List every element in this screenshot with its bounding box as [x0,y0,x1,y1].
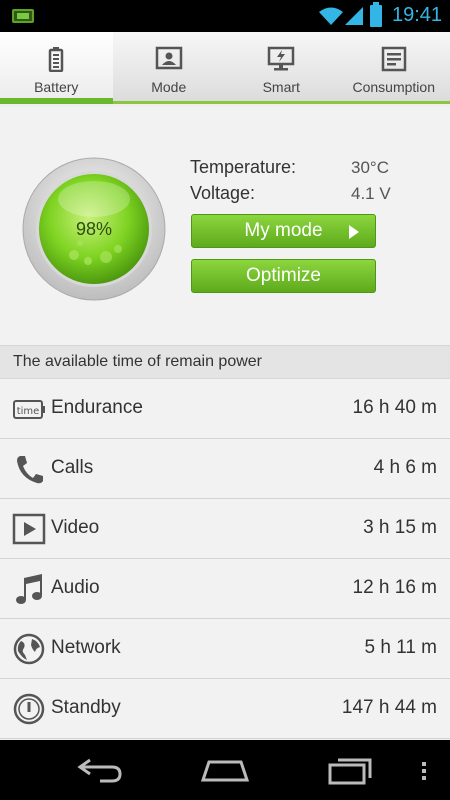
row-value: 147 h 44 m [341,697,437,718]
my-mode-button[interactable]: My mode [191,214,376,248]
tab-label: Mode [151,79,187,95]
remaining-time-list: time Endurance 16 h 40 m Calls 4 h 6 m V… [0,379,450,739]
tab-consumption[interactable]: Consumption [338,32,450,101]
row-value: 4 h 6 m [373,457,437,478]
battery-indicator-icon [12,9,34,23]
menu-icon[interactable] [416,752,432,788]
voltage-value: 4.1 V [351,184,391,203]
time-icon-text: time [17,406,40,417]
play-arrow-icon [349,225,359,239]
battery-app: Battery Mode Smart Consumption 98% Tempe… [0,32,450,740]
battery-percent: 98% [75,219,113,239]
battery-icon [49,47,64,72]
tab-mode[interactable]: Mode [113,32,226,101]
video-icon [12,513,46,545]
list-item-standby[interactable]: Standby 147 h 44 m [0,679,450,739]
optimize-button[interactable]: Optimize [191,259,376,293]
row-label: Endurance [51,397,143,418]
row-value: 16 h 40 m [352,397,438,418]
temperature-label: Temperature: [190,157,297,177]
tab-battery[interactable]: Battery [0,32,113,104]
recent-apps-icon[interactable] [326,752,376,788]
navigation-bar [0,740,450,800]
battery-icon [370,2,382,27]
list-item-endurance[interactable]: time Endurance 16 h 40 m [0,379,450,439]
back-icon[interactable] [76,752,126,788]
my-mode-button-label: My mode [244,220,323,241]
row-label: Video [51,517,100,538]
section-header: The available time of remain power [0,345,450,379]
row-label: Network [51,637,121,658]
tab-label: Battery [34,79,79,95]
mode-icon [155,46,182,70]
optimize-button-label: Optimize [246,265,321,286]
row-label: Calls [51,457,94,478]
time-icon: time [13,400,45,419]
list-item-audio[interactable]: Audio 12 h 16 m [0,559,450,619]
row-value: 3 h 15 m [363,517,437,538]
tab-label: Consumption [352,79,436,95]
list-item-network[interactable]: Network 5 h 11 m [0,619,450,679]
voltage-label: Voltage: [190,183,256,203]
signal-icon [345,7,363,25]
tab-label: Smart [262,79,300,95]
tab-smart[interactable]: Smart [225,32,338,101]
consumption-icon [381,46,406,72]
status-time: 19:41 [392,4,443,26]
globe-icon [13,633,45,665]
music-note-icon [16,574,42,604]
row-value: 12 h 16 m [352,577,438,598]
list-item-video[interactable]: Video 3 h 15 m [0,499,450,559]
row-value: 5 h 11 m [364,637,437,658]
temperature-value: 30°C [351,158,389,177]
home-icon[interactable] [199,752,251,788]
wifi-icon [319,7,343,25]
phone-icon [17,456,43,484]
row-label: Standby [51,697,121,718]
list-item-calls[interactable]: Calls 4 h 6 m [0,439,450,499]
row-label: Audio [51,577,100,598]
status-bar: 19:41 [0,0,450,32]
tab-bar: Battery Mode Smart Consumption [0,32,450,104]
standby-icon [13,693,45,725]
smart-icon [268,46,295,71]
battery-summary: 98% Temperature: 30°C Voltage: 4.1 V My … [0,107,450,345]
